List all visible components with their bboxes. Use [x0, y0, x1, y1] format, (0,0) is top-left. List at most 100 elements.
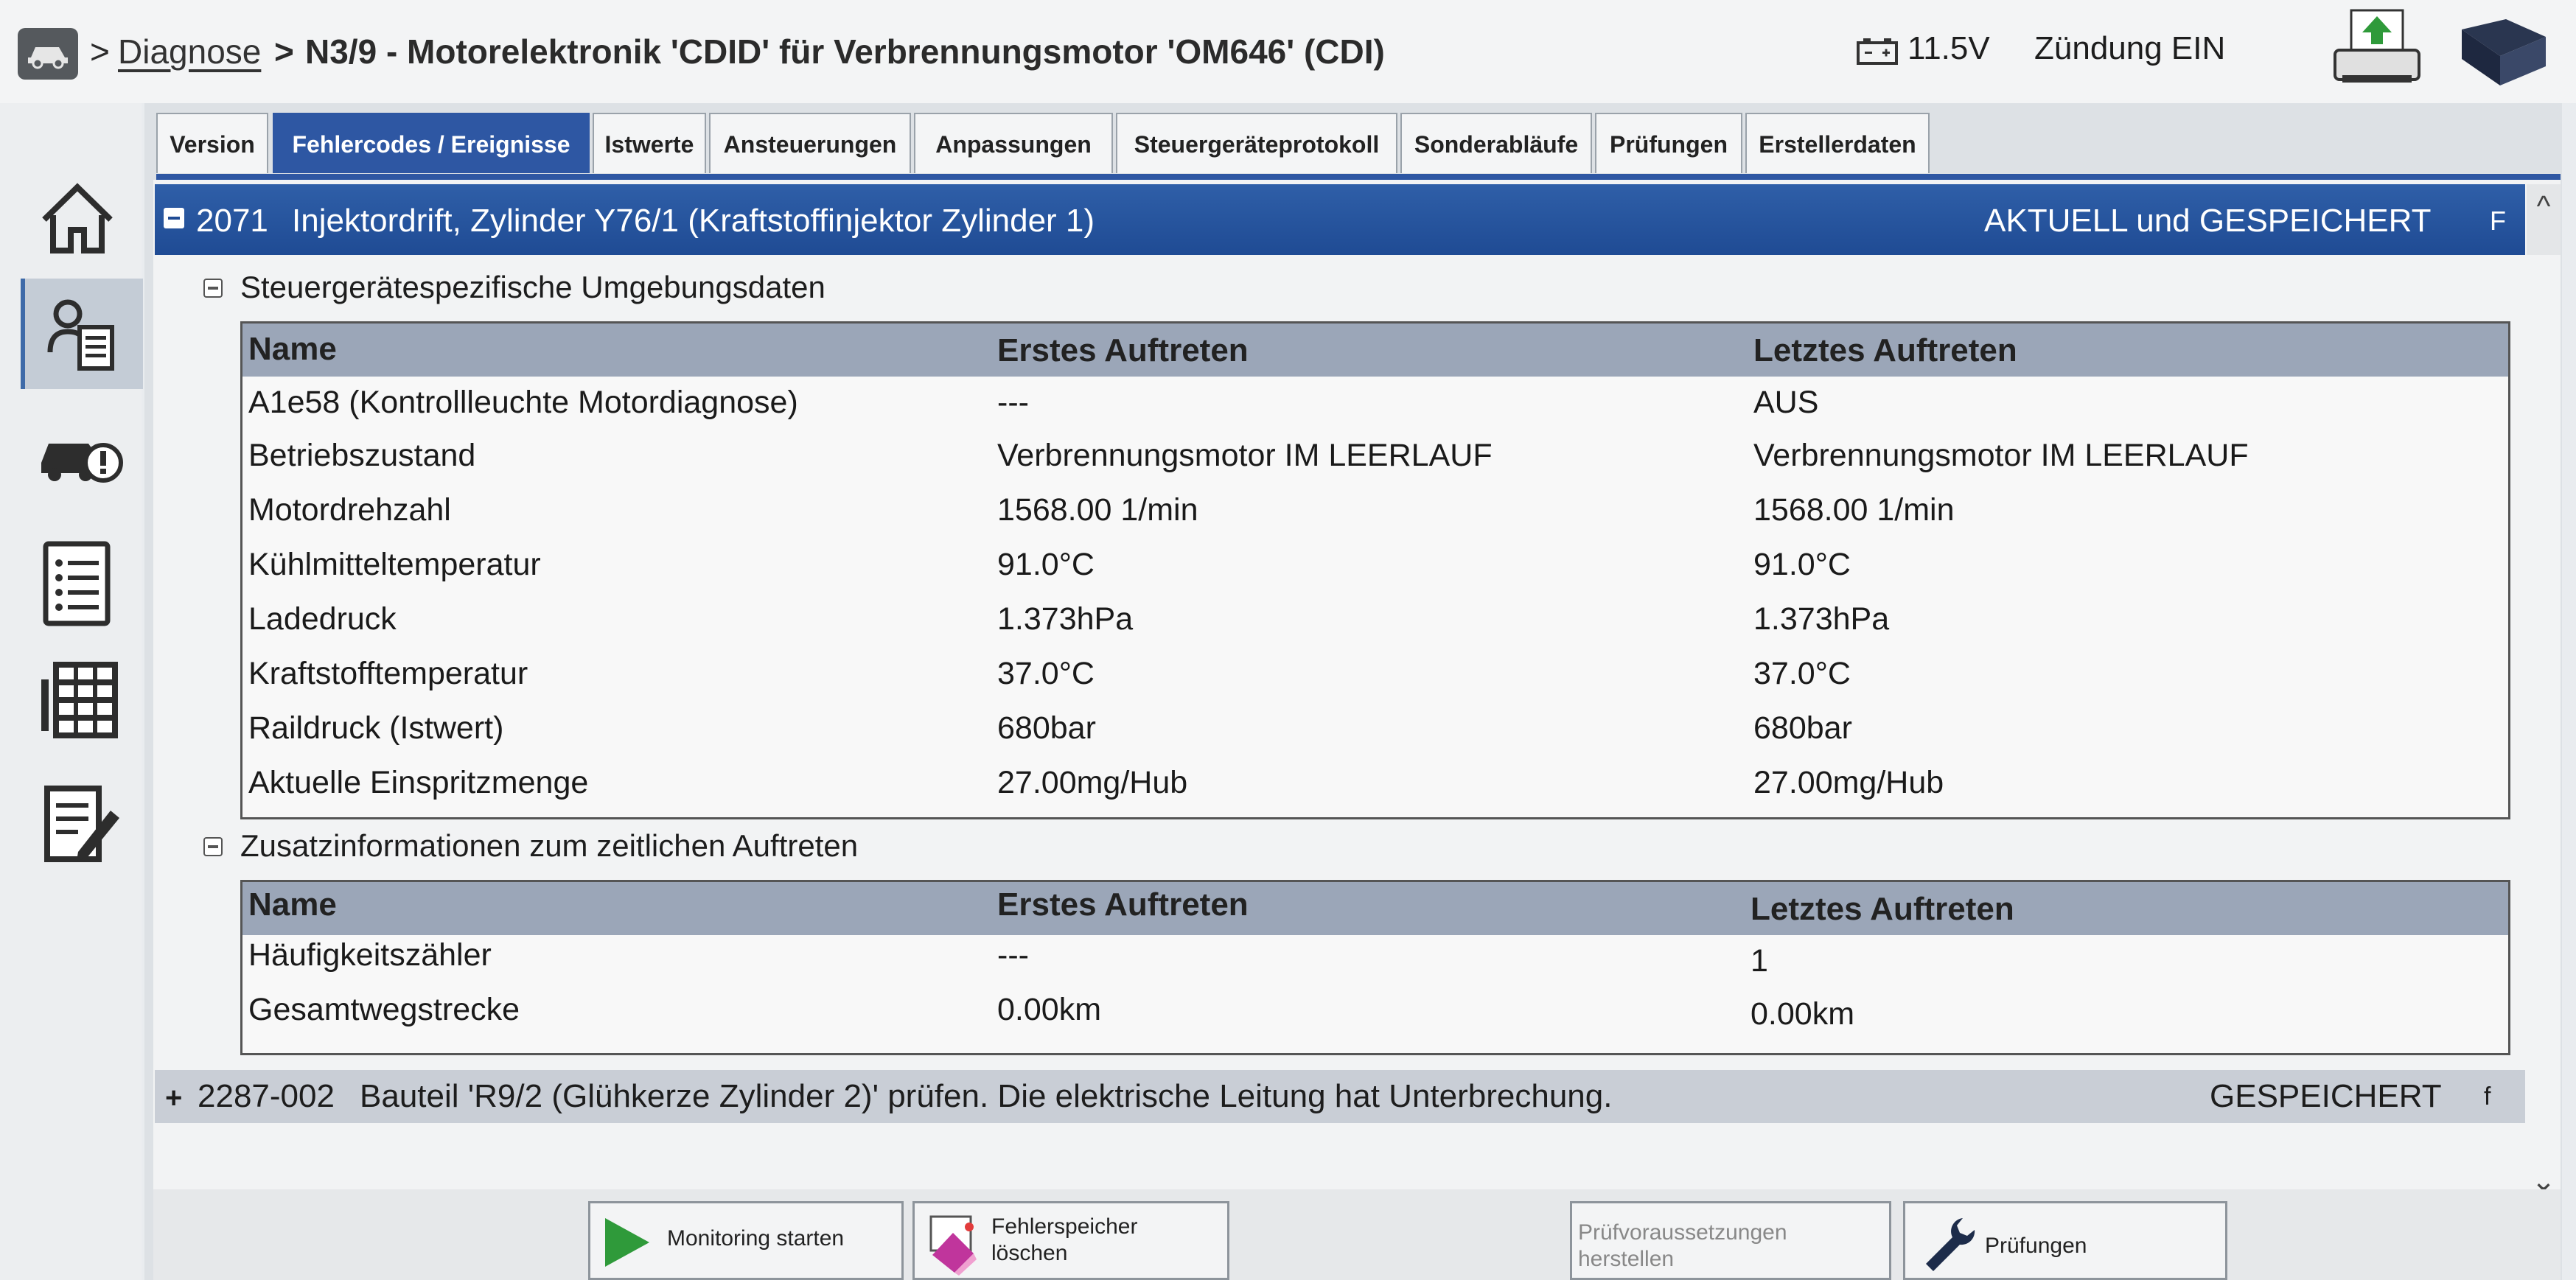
cell-last: 37.0°C — [1753, 656, 1851, 691]
occurrence-info-table: Name Erstes Auftreten Letztes Auftreten … — [240, 880, 2510, 1055]
tab-sonderablaeufe[interactable]: Sonderabläufe — [1400, 113, 1592, 173]
cell-name: A1e58 (Kontrollleuchte Motordiagnose) — [248, 385, 798, 420]
car-icon — [28, 47, 68, 69]
cell-first: Verbrennungsmotor IM LEERLAUF — [997, 438, 1493, 473]
tab-version[interactable]: Version — [156, 113, 268, 173]
cell-last: 680bar — [1753, 710, 1852, 746]
cell-first: 1.373hPa — [997, 601, 1134, 637]
sidebar-item-edit[interactable] — [22, 766, 140, 877]
cell-name: Kraftstofftemperatur — [248, 656, 528, 691]
cell-first: 27.00mg/Hub — [997, 765, 1188, 800]
tests-button[interactable]: Prüfungen — [1903, 1201, 2227, 1280]
column-header-last: Letztes Auftreten — [1753, 332, 2017, 368]
cell-last: 27.00mg/Hub — [1753, 765, 1944, 800]
cell-last: 1 — [1751, 943, 1768, 979]
table-row: Kraftstofftemperatur 37.0°C 37.0°C — [242, 648, 2508, 702]
button-label: Prüfungen — [1985, 1234, 2087, 1258]
cell-name: Betriebszustand — [248, 438, 476, 473]
cell-name: Motordrehzahl — [248, 492, 451, 528]
tab-anpassungen[interactable]: Anpassungen — [914, 113, 1113, 173]
section-title: Steuergerätespezifische Umgebungsdaten — [240, 270, 825, 304]
ignition-status: Zündung EIN — [2034, 30, 2226, 66]
establish-test-prerequisites-button[interactable]: Prüfvoraussetzungen herstellen — [1570, 1201, 1891, 1280]
table-header: Name Erstes Auftreten Letztes Auftreten — [242, 324, 2508, 377]
fault-status: AKTUELL und GESPEICHERT — [1984, 203, 2432, 239]
eraser-icon — [929, 1215, 977, 1276]
tab-pruefungen[interactable]: Prüfungen — [1595, 113, 1742, 173]
vehicle-button[interactable] — [18, 28, 78, 80]
cell-first: 91.0°C — [997, 547, 1095, 582]
battery-icon — [1857, 38, 1898, 65]
cell-first: 0.00km — [997, 992, 1102, 1027]
button-label: Monitoring starten — [667, 1226, 845, 1251]
tab-underline — [156, 174, 2561, 180]
button-label-line2: löschen — [991, 1241, 1068, 1265]
sidebar-item-grid[interactable] — [22, 643, 140, 753]
tab-istwerte[interactable]: Istwerte — [593, 113, 706, 173]
section-collapse-toggle[interactable] — [203, 279, 223, 298]
sidebar-item-vehicle-faults[interactable] — [22, 407, 140, 517]
cell-last: Verbrennungsmotor IM LEERLAUF — [1753, 438, 2249, 473]
table-row: Häufigkeitszähler --- 1 — [242, 935, 2508, 990]
table-row: Raildruck (Istwert) 680bar 680bar — [242, 702, 2508, 757]
manual-book-icon[interactable] — [2454, 15, 2550, 88]
button-label-line1: Prüfvoraussetzungen — [1578, 1220, 1787, 1245]
cell-name: Ladedruck — [248, 601, 397, 637]
cell-first: --- — [997, 385, 1029, 420]
vehicle-warning-icon — [41, 443, 123, 483]
environment-data-table: Name Erstes Auftreten Letztes Auftreten … — [240, 321, 2510, 819]
cell-last: 91.0°C — [1753, 547, 1851, 582]
tab-fehlercodes[interactable]: Fehlercodes / Ereignisse — [273, 113, 590, 173]
breadcrumb-separator-2: > — [274, 32, 294, 71]
column-header-first: Erstes Auftreten — [997, 332, 1249, 368]
column-header-name: Name — [248, 331, 337, 367]
table-row: Motordrehzahl 1568.00 1/min 1568.00 1/mi… — [242, 484, 2508, 539]
section-title: Zusatzinformationen zum zeitlichen Auftr… — [240, 828, 859, 863]
fault-description: Bauteil 'R9/2 (Glühkerze Zylinder 2)' pr… — [360, 1078, 1613, 1114]
cell-first: 1568.00 1/min — [997, 492, 1198, 528]
table-row: Betriebszustand Verbrennungsmotor IM LEE… — [242, 430, 2508, 484]
breadcrumb-diagnose-link[interactable]: Diagnose — [118, 29, 261, 74]
sidebar-item-checklist[interactable] — [22, 525, 140, 635]
fault-row-active[interactable]: 2071 Injektordrift, Zylinder Y76/1 (Kraf… — [155, 184, 2525, 255]
fault-status: GESPEICHERT — [2210, 1078, 2442, 1114]
tab-ansteuerungen[interactable]: Ansteuerungen — [709, 113, 911, 173]
sidebar-item-home[interactable] — [22, 164, 140, 274]
cell-last: 0.00km — [1751, 996, 1855, 1032]
fault-flag: F — [2490, 206, 2506, 236]
sidebar-item-control-units[interactable] — [21, 279, 143, 389]
expand-toggle[interactable]: + — [165, 1083, 182, 1113]
fault-flag: f — [2484, 1083, 2491, 1111]
cell-last: 1568.00 1/min — [1753, 492, 1955, 528]
play-icon — [605, 1218, 649, 1267]
tab-steuergeraeteprotokoll[interactable]: Steuergeräteprotokoll — [1116, 113, 1397, 173]
checklist-icon — [43, 541, 111, 626]
cell-last: 1.373hPa — [1753, 601, 1890, 637]
table-row: Aktuelle Einspritzmenge 27.00mg/Hub 27.0… — [242, 757, 2508, 811]
collapse-toggle[interactable] — [164, 208, 184, 228]
cell-name: Gesamtwegstrecke — [248, 992, 520, 1027]
table-row: Ladedruck 1.373hPa 1.373hPa — [242, 593, 2508, 648]
column-header-name: Name — [248, 886, 337, 923]
cell-first: 680bar — [997, 710, 1096, 746]
home-icon — [42, 183, 113, 253]
button-label-line2: herstellen — [1578, 1247, 1675, 1271]
cell-name: Häufigkeitszähler — [248, 937, 492, 973]
section-collapse-toggle[interactable] — [203, 837, 223, 856]
table-row: A1e58 (Kontrollleuchte Motordiagnose) --… — [242, 377, 2508, 431]
breadcrumb-separator: > — [90, 32, 110, 71]
fault-description: Injektordrift, Zylinder Y76/1 (Kraftstof… — [292, 203, 1095, 239]
edit-document-icon — [44, 786, 119, 862]
printer-icon[interactable] — [2329, 6, 2425, 87]
control-unit-list-icon — [47, 299, 114, 371]
scroll-up-button[interactable]: ^ — [2527, 184, 2561, 255]
clear-fault-memory-button[interactable]: Fehlerspeicher löschen — [912, 1201, 1229, 1280]
page-title: N3/9 - Motorelektronik 'CDID' für Verbre… — [305, 32, 1385, 71]
cell-first: 37.0°C — [997, 656, 1095, 691]
fault-row-stored[interactable]: + 2287-002 Bauteil 'R9/2 (Glühkerze Zyli… — [155, 1070, 2525, 1123]
monitoring-start-button[interactable]: Monitoring starten — [588, 1201, 904, 1280]
table-row: Gesamtwegstrecke 0.00km 0.00km — [242, 988, 2508, 1043]
tab-erstellerdaten[interactable]: Erstellerdaten — [1745, 113, 1930, 173]
cell-last: AUS — [1753, 385, 1819, 420]
column-header-first: Erstes Auftreten — [997, 886, 1249, 923]
